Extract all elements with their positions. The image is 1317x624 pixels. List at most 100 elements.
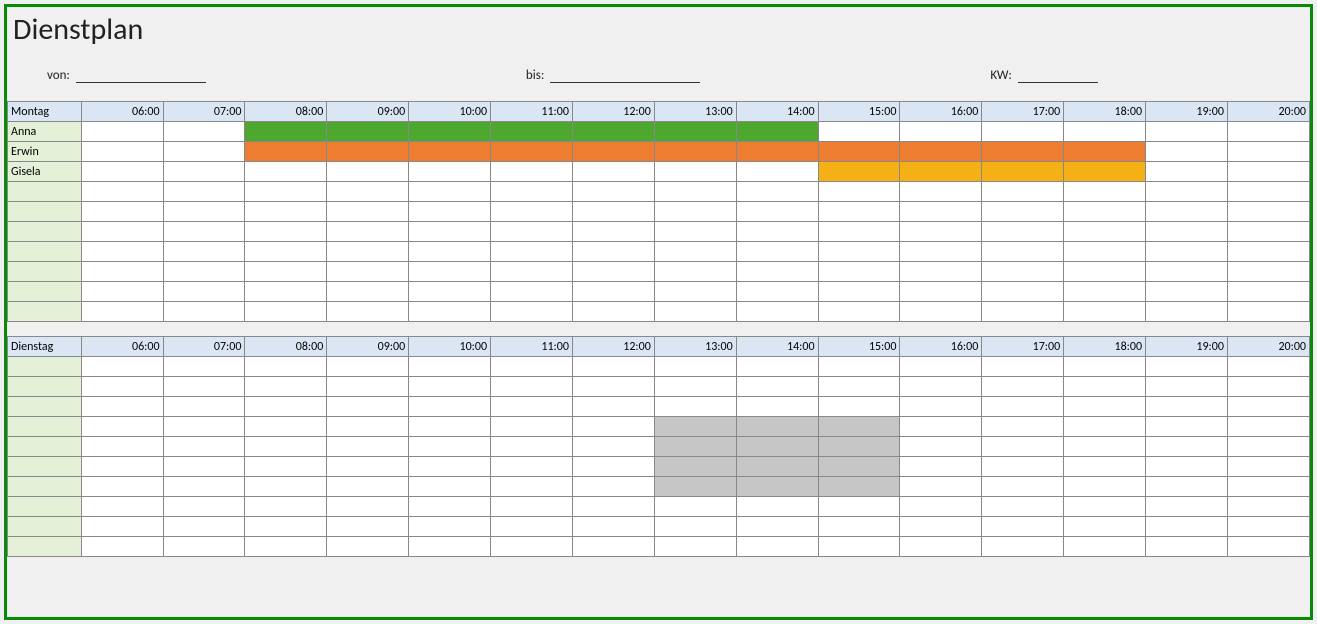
schedule-cell[interactable] [491, 437, 573, 457]
schedule-cell[interactable] [736, 497, 818, 517]
schedule-cell[interactable] [982, 417, 1064, 437]
hour-header[interactable]: 07:00 [163, 337, 245, 357]
schedule-cell[interactable] [900, 122, 982, 142]
schedule-cell[interactable] [900, 142, 982, 162]
schedule-cell[interactable] [491, 282, 573, 302]
schedule-cell[interactable] [327, 242, 409, 262]
schedule-cell[interactable] [1146, 537, 1228, 557]
schedule-cell[interactable] [245, 142, 327, 162]
hour-header[interactable]: 18:00 [1064, 102, 1146, 122]
schedule-cell[interactable] [736, 122, 818, 142]
schedule-cell[interactable] [818, 182, 900, 202]
schedule-cell[interactable] [81, 282, 163, 302]
schedule-cell[interactable] [818, 262, 900, 282]
name-cell[interactable] [8, 302, 82, 322]
schedule-cell[interactable] [81, 142, 163, 162]
schedule-cell[interactable] [982, 122, 1064, 142]
schedule-cell[interactable] [900, 497, 982, 517]
schedule-cell[interactable] [982, 302, 1064, 322]
schedule-cell[interactable] [1064, 477, 1146, 497]
schedule-cell[interactable] [1227, 517, 1309, 537]
schedule-cell[interactable] [327, 457, 409, 477]
schedule-cell[interactable] [163, 537, 245, 557]
schedule-cell[interactable] [818, 162, 900, 182]
schedule-cell[interactable] [572, 397, 654, 417]
schedule-cell[interactable] [1064, 457, 1146, 477]
schedule-cell[interactable] [491, 302, 573, 322]
schedule-cell[interactable] [409, 142, 491, 162]
schedule-cell[interactable] [1146, 202, 1228, 222]
schedule-cell[interactable] [409, 302, 491, 322]
schedule-cell[interactable] [1064, 142, 1146, 162]
schedule-cell[interactable] [982, 377, 1064, 397]
schedule-cell[interactable] [736, 417, 818, 437]
schedule-cell[interactable] [1146, 477, 1228, 497]
schedule-cell[interactable] [736, 517, 818, 537]
schedule-cell[interactable] [491, 457, 573, 477]
schedule-cell[interactable] [163, 262, 245, 282]
schedule-cell[interactable] [572, 477, 654, 497]
hour-header[interactable]: 15:00 [818, 102, 900, 122]
name-cell[interactable] [8, 477, 82, 497]
schedule-cell[interactable] [982, 222, 1064, 242]
schedule-cell[interactable] [491, 122, 573, 142]
schedule-cell[interactable] [81, 477, 163, 497]
schedule-cell[interactable] [900, 162, 982, 182]
schedule-cell[interactable] [654, 497, 736, 517]
hour-header[interactable]: 06:00 [81, 102, 163, 122]
schedule-cell[interactable] [654, 142, 736, 162]
schedule-cell[interactable] [1146, 397, 1228, 417]
schedule-cell[interactable] [491, 262, 573, 282]
schedule-cell[interactable] [491, 222, 573, 242]
schedule-cell[interactable] [491, 497, 573, 517]
schedule-cell[interactable] [654, 202, 736, 222]
schedule-cell[interactable] [900, 377, 982, 397]
day-header[interactable]: Montag [8, 102, 82, 122]
schedule-cell[interactable] [900, 537, 982, 557]
schedule-cell[interactable] [1064, 122, 1146, 142]
schedule-cell[interactable] [818, 377, 900, 397]
schedule-cell[interactable] [1227, 262, 1309, 282]
schedule-cell[interactable] [736, 142, 818, 162]
schedule-cell[interactable] [736, 242, 818, 262]
schedule-cell[interactable] [327, 537, 409, 557]
schedule-cell[interactable] [245, 397, 327, 417]
schedule-cell[interactable] [327, 142, 409, 162]
schedule-cell[interactable] [491, 202, 573, 222]
hour-header[interactable]: 18:00 [1064, 337, 1146, 357]
schedule-cell[interactable] [654, 242, 736, 262]
schedule-cell[interactable] [163, 357, 245, 377]
schedule-cell[interactable] [736, 537, 818, 557]
schedule-cell[interactable] [900, 262, 982, 282]
schedule-cell[interactable] [245, 537, 327, 557]
schedule-cell[interactable] [982, 262, 1064, 282]
schedule-cell[interactable] [81, 302, 163, 322]
schedule-cell[interactable] [163, 202, 245, 222]
hour-header[interactable]: 13:00 [654, 337, 736, 357]
schedule-cell[interactable] [736, 182, 818, 202]
name-cell[interactable] [8, 537, 82, 557]
schedule-cell[interactable] [982, 497, 1064, 517]
hour-header[interactable]: 12:00 [572, 337, 654, 357]
name-cell[interactable] [8, 437, 82, 457]
schedule-cell[interactable] [409, 517, 491, 537]
schedule-cell[interactable] [491, 417, 573, 437]
schedule-cell[interactable] [818, 302, 900, 322]
schedule-cell[interactable] [900, 182, 982, 202]
schedule-cell[interactable] [818, 122, 900, 142]
schedule-cell[interactable] [1227, 537, 1309, 557]
hour-header[interactable]: 08:00 [245, 102, 327, 122]
schedule-cell[interactable] [491, 182, 573, 202]
schedule-cell[interactable] [982, 142, 1064, 162]
schedule-cell[interactable] [1227, 457, 1309, 477]
schedule-cell[interactable] [654, 162, 736, 182]
name-cell[interactable] [8, 242, 82, 262]
schedule-cell[interactable] [1064, 302, 1146, 322]
schedule-cell[interactable] [900, 517, 982, 537]
hour-header[interactable]: 13:00 [654, 102, 736, 122]
schedule-cell[interactable] [736, 202, 818, 222]
schedule-cell[interactable] [1227, 397, 1309, 417]
schedule-cell[interactable] [1064, 537, 1146, 557]
schedule-cell[interactable] [491, 537, 573, 557]
schedule-cell[interactable] [409, 262, 491, 282]
